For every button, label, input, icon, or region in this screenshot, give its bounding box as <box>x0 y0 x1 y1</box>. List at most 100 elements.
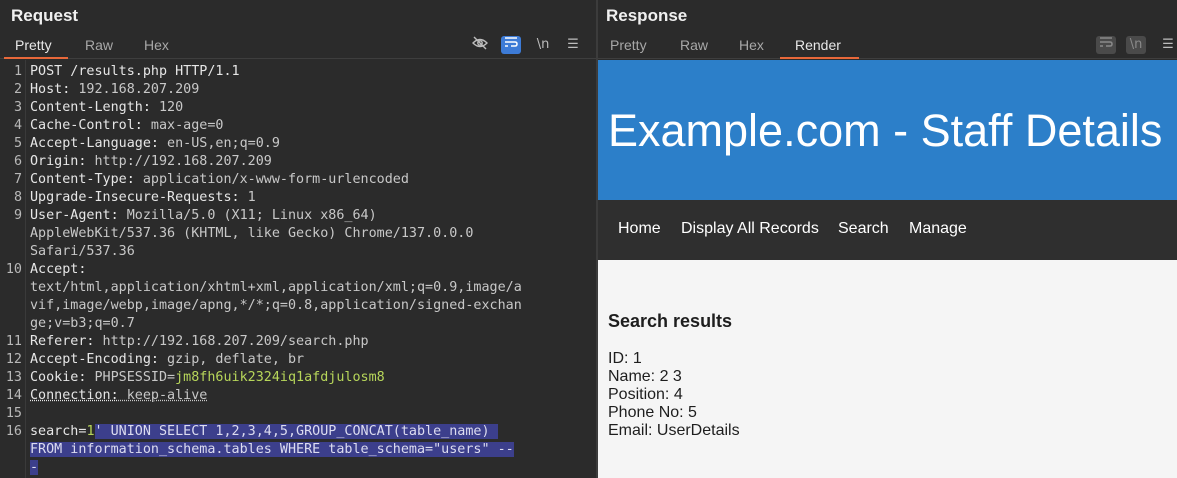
tab-pretty[interactable]: Pretty <box>15 37 52 53</box>
header-value: en-US,en;q=0.9 <box>159 136 280 151</box>
line-text: Host: 192.168.207.209 <box>30 81 199 99</box>
selected-text: ' UNION SELECT 1,2,3,4,5,GROUP_CONCAT(ta… <box>94 424 498 439</box>
tab-pretty[interactable]: Pretty <box>610 37 647 53</box>
tab-raw[interactable]: Raw <box>85 37 113 53</box>
line-number: 5 <box>13 136 22 151</box>
line-text: Accept: <box>30 261 86 279</box>
line-text: Cache-Control: max-age=0 <box>30 117 224 135</box>
request-editor[interactable]: 1 POST /results.php HTTP/1.1 2 Host: 192.16… <box>0 60 596 478</box>
header-name: Cookie: <box>30 370 87 385</box>
results-heading: Search results <box>608 311 733 331</box>
active-tab-indicator <box>4 57 68 59</box>
highlighted-value: jm8fh6uik2324iq1afdjulosm8 <box>175 370 385 385</box>
header-value: 192.168.207.209 <box>70 82 200 97</box>
wrap-lines-icon[interactable] <box>501 36 521 54</box>
line-text: - <box>30 459 39 477</box>
header-name: search= <box>30 424 87 439</box>
response-title: Response <box>606 6 688 25</box>
wrap-lines-icon[interactable] <box>1096 36 1116 54</box>
line-text: POST /results.php HTTP/1.1 <box>30 63 240 81</box>
active-tab-indicator <box>780 57 859 59</box>
header-name: Referer: <box>30 334 95 349</box>
result-id: ID: 1 <box>608 350 642 367</box>
result-name: Name: 2 3 <box>608 368 682 385</box>
newline-toggle[interactable]: \n <box>533 36 553 54</box>
line-number: 10 <box>5 262 22 277</box>
header-value: keep-alive <box>118 388 208 403</box>
line-number: 6 <box>13 154 22 169</box>
line-number: 9 <box>13 208 22 223</box>
tab-hex[interactable]: Hex <box>739 37 764 53</box>
header-name: Content-Length: <box>30 100 151 115</box>
header-name: Cache-Control: <box>30 118 143 133</box>
line-number: 15 <box>5 406 22 421</box>
line-number: 12 <box>5 352 22 367</box>
header-name: Upgrade-Insecure-Requests: <box>30 190 240 205</box>
line-text: Cookie: PHPSESSID=jm8fh6uik2324iq1afdjul… <box>30 369 385 387</box>
header-value: PHPSESSID= <box>86 370 176 385</box>
line-text: Accept-Encoding: gzip, deflate, br <box>30 351 304 369</box>
header-value: text/html,application/xhtml+xml,applicat… <box>30 280 522 295</box>
nav-home[interactable]: Home <box>618 220 661 238</box>
site-banner: Example.com - Staff Details <box>598 60 1177 200</box>
tab-raw[interactable]: Raw <box>680 37 708 53</box>
line-text: FROM information_schema.tables WHERE tab… <box>30 441 514 459</box>
line-text: Origin: http://192.168.207.209 <box>30 153 272 171</box>
line-text: Content-Type: application/x-www-form-url… <box>30 171 409 189</box>
line-number: 2 <box>13 82 22 97</box>
selected-text: FROM information_schema.tables WHERE tab… <box>30 442 514 457</box>
request-panel: Request Pretty Raw Hex \n ☰ 1 POST /resul… <box>0 0 596 478</box>
header-name: User-Agent: <box>30 208 119 223</box>
tab-render[interactable]: Render <box>795 37 841 53</box>
nav-search[interactable]: Search <box>838 220 889 238</box>
tab-hex[interactable]: Hex <box>144 37 169 53</box>
site-title: Example.com - Staff Details <box>608 105 1163 156</box>
line-text: User-Agent: Mozilla/5.0 (X11; Linux x86_… <box>30 207 377 225</box>
newline-toggle[interactable]: \n <box>1126 36 1146 54</box>
nav-manage[interactable]: Manage <box>909 220 967 238</box>
header-value: application/x-www-form-urlencoded <box>134 172 409 187</box>
selected-text: - <box>30 460 39 475</box>
header-name: Accept: <box>30 262 87 277</box>
line-number: 11 <box>5 334 22 349</box>
header-name: Accept-Encoding: <box>30 352 159 367</box>
line-text: Content-Length: 120 <box>30 99 183 117</box>
gutter-divider <box>25 60 26 478</box>
header-name: Origin: <box>30 154 87 169</box>
render-view: Example.com - Staff Details Home Display… <box>598 60 1177 478</box>
header-value: gzip, deflate, br <box>159 352 305 367</box>
result-phone: Phone No: 5 <box>608 404 697 421</box>
line-number: 13 <box>5 370 22 385</box>
line-text: ge;v=b3;q=0.7 <box>30 315 135 333</box>
line-text: Accept-Language: en-US,en;q=0.9 <box>30 135 280 153</box>
request-title: Request <box>11 6 79 25</box>
line-number: 8 <box>13 190 22 205</box>
line-text: Referer: http://192.168.207.209/search.p… <box>30 333 369 351</box>
response-tabs: Pretty Raw Hex Render <box>598 34 1177 59</box>
line-number: 16 <box>5 424 22 439</box>
header-value: 120 <box>150 100 184 115</box>
eye-slash-icon[interactable] <box>470 36 490 54</box>
header-value: ge;v=b3;q=0.7 <box>30 316 135 331</box>
nav-display-all-records[interactable]: Display All Records <box>681 220 819 238</box>
header-value: max-age=0 <box>142 118 224 133</box>
hamburger-menu-icon[interactable]: ☰ <box>1158 36 1177 54</box>
line-text: Safari/537.36 <box>30 243 135 261</box>
header-name: Accept-Language: <box>30 136 159 151</box>
line-number: 1 <box>13 64 22 79</box>
line-text: AppleWebKit/537.36 (KHTML, like Gecko) C… <box>30 225 473 243</box>
line-text: Connection: keep-alive <box>30 387 207 405</box>
header-value: http://192.168.207.209 <box>86 154 272 169</box>
site-navbar: Home Display All Records Search Manage <box>598 200 1177 260</box>
response-panel: Response Pretty Raw Hex Render \n ☰ Exam… <box>598 0 1177 478</box>
hamburger-menu-icon[interactable]: ☰ <box>563 36 583 54</box>
header-value: Safari/537.36 <box>30 244 135 259</box>
result-position: Position: 4 <box>608 386 683 403</box>
line-number: 14 <box>5 388 22 403</box>
line-text: text/html,application/xhtml+xml,applicat… <box>30 279 522 297</box>
header-name: POST /results.php HTTP/1.1 <box>30 64 240 79</box>
line-text: search=1' UNION SELECT 1,2,3,4,5,GROUP_C… <box>30 423 498 441</box>
highlighted-value: 1 <box>86 424 95 439</box>
header-name: Connection: <box>30 388 119 403</box>
line-number: 7 <box>13 172 22 187</box>
